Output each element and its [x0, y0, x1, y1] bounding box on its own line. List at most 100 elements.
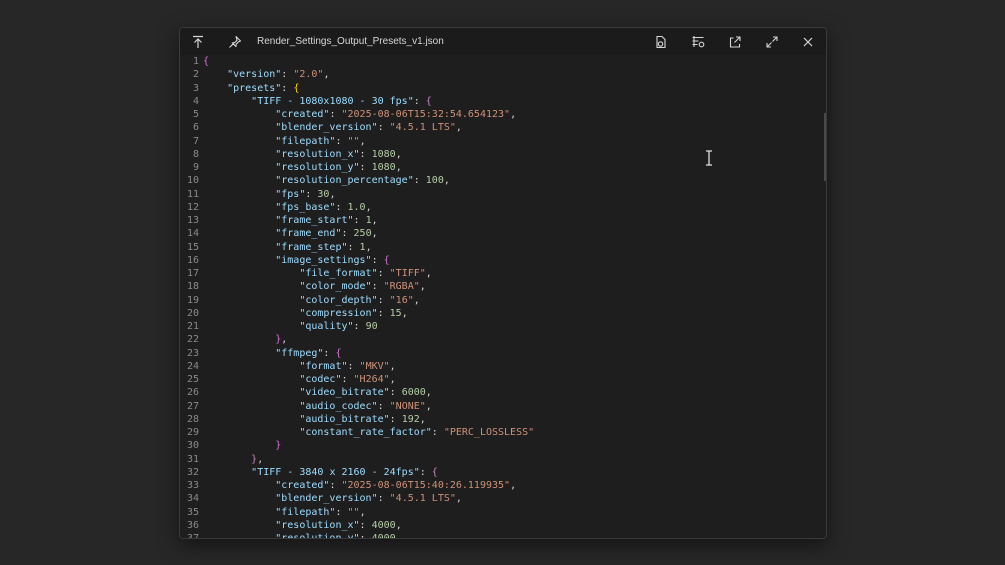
code-token: "blender_version": [275, 122, 378, 134]
window-title: Render_Settings_Output_Presets_v1.json: [257, 36, 444, 47]
line-text: "resolution_x": 1080,: [203, 148, 401, 161]
line-number: 11: [186, 188, 199, 200]
code-line[interactable]: 24 "format": "MKV",: [180, 360, 826, 373]
code-line[interactable]: 26 "video_bitrate": 6000,: [180, 386, 826, 399]
code-line[interactable]: 20 "compression": 15,: [180, 307, 826, 320]
code-token: ,: [365, 201, 372, 213]
line-text: "frame_end": 250,: [203, 227, 377, 240]
code-line[interactable]: 28 "audio_bitrate": 192,: [180, 413, 826, 426]
code-token: 1.0: [347, 201, 366, 213]
code-token: ,: [425, 387, 432, 399]
line-text: "frame_step": 1,: [203, 241, 371, 254]
code-line[interactable]: 2 "version": "2.0",: [180, 68, 826, 81]
share-icon[interactable]: [725, 32, 745, 52]
code-token: "TIFF - 3840 x 2160 - 24fps": [251, 466, 420, 478]
code-token: 192: [401, 413, 420, 425]
text-cursor-icon: [706, 150, 712, 166]
code-token: 4000: [371, 519, 396, 531]
code-token: 15: [389, 307, 402, 319]
code-line[interactable]: 37 "resolution_y": 4000: [180, 532, 826, 538]
code-token: :: [389, 413, 402, 425]
code-token: "image_settings": [275, 254, 372, 266]
expand-icon[interactable]: [762, 32, 782, 52]
line-number: 15: [186, 241, 199, 253]
code-line[interactable]: 17 "file_format": "TIFF",: [180, 267, 826, 280]
line-text: "fps_base": 1.0,: [203, 201, 372, 214]
code-line[interactable]: 11 "fps": 30,: [180, 188, 826, 201]
code-token: :: [329, 480, 342, 491]
close-icon[interactable]: [798, 32, 818, 52]
code-line[interactable]: 22 },: [180, 333, 826, 346]
code-token: "4.5.1 LTS": [389, 122, 456, 134]
code-line[interactable]: 21 "quality": 90: [180, 320, 826, 333]
line-number: 14: [186, 228, 199, 240]
code-token: :: [281, 69, 294, 81]
line-number: 28: [186, 413, 199, 425]
code-line[interactable]: 30 }: [180, 439, 826, 452]
code-line[interactable]: 10 "resolution_percentage": 100,: [180, 174, 826, 187]
code-line[interactable]: 3 "presets": {: [180, 82, 826, 95]
code-line[interactable]: 1{: [180, 55, 826, 68]
code-token: "fps_base": [275, 201, 336, 213]
code-token: 90: [365, 321, 378, 332]
code-line[interactable]: 16 "image_settings": {: [180, 254, 826, 267]
line-text: "audio_codec": "NONE",: [203, 400, 432, 413]
code-line[interactable]: 27 "audio_codec": "NONE",: [180, 400, 826, 413]
code-line[interactable]: 33 "created": "2025-08-06T15:40:26.11993…: [180, 479, 826, 492]
code-line[interactable]: 35 "filepath": "",: [180, 506, 826, 519]
pin-icon[interactable]: [225, 32, 245, 52]
code-line[interactable]: 9 "resolution_y": 1080,: [180, 161, 826, 174]
code-token: :: [377, 294, 390, 306]
line-text: }: [203, 439, 281, 452]
code-line[interactable]: 19 "color_depth": "16",: [180, 294, 826, 307]
line-number: 29: [186, 427, 199, 438]
line-text: "resolution_x": 4000,: [203, 519, 401, 532]
code-line[interactable]: 4 "TIFF - 1080x1080 - 30 fps": {: [180, 95, 826, 108]
code-token: :: [353, 215, 366, 226]
code-line[interactable]: 15 "frame_step": 1,: [180, 241, 826, 254]
code-token: ,: [425, 400, 432, 412]
arrow-up-to-top-icon[interactable]: [188, 32, 208, 52]
code-line[interactable]: 14 "frame_end": 250,: [180, 227, 826, 240]
code-line[interactable]: 23 "ffmpeg": {: [180, 347, 826, 360]
code-line[interactable]: 18 "color_mode": "RGBA",: [180, 280, 826, 293]
code-line[interactable]: 25 "codec": "H264",: [180, 373, 826, 386]
scrollbar-thumb[interactable]: [824, 113, 826, 181]
file-save-icon[interactable]: [651, 32, 671, 52]
list-settings-icon[interactable]: [688, 32, 708, 52]
code-line[interactable]: 7 "filepath": "",: [180, 135, 826, 148]
code-line[interactable]: 36 "resolution_x": 4000,: [180, 519, 826, 532]
code-token: }: [275, 440, 282, 452]
code-token: "video_bitrate": [299, 387, 390, 399]
line-text: "resolution_percentage": 100,: [203, 174, 450, 187]
code-line[interactable]: 8 "resolution_x": 1080,: [180, 148, 826, 161]
code-token: "4.5.1 LTS": [389, 493, 456, 505]
code-line[interactable]: 31 },: [180, 453, 826, 466]
code-token: "resolution_x": [275, 519, 360, 531]
code-editor[interactable]: 1{2 "version": "2.0", 3 "presets": {4 "TI…: [180, 55, 826, 538]
line-number: 16: [186, 254, 199, 266]
code-line[interactable]: 5 "created": "2025-08-06T15:32:54.654123…: [180, 108, 826, 121]
code-token: ,: [257, 453, 264, 465]
line-text: "created": "2025-08-06T15:40:26.119935",: [203, 479, 516, 492]
code-line[interactable]: 12 "fps_base": 1.0,: [180, 201, 826, 214]
code-line[interactable]: 6 "blender_version": "4.5.1 LTS",: [180, 121, 826, 134]
code-line[interactable]: 13 "frame_start": 1,: [180, 214, 826, 227]
code-token: {: [203, 56, 210, 67]
code-line[interactable]: 34 "blender_version": "4.5.1 LTS",: [180, 492, 826, 505]
code-token: :: [360, 533, 372, 538]
line-number: 19: [186, 294, 199, 306]
code-token: 1080: [371, 162, 396, 173]
code-line[interactable]: 29 "constant_rate_factor": "PERC_LOSSLES…: [180, 426, 826, 439]
code-token: "blender_version": [275, 493, 378, 505]
code-line[interactable]: 32 "TIFF - 3840 x 2160 - 24fps": {: [180, 466, 826, 479]
